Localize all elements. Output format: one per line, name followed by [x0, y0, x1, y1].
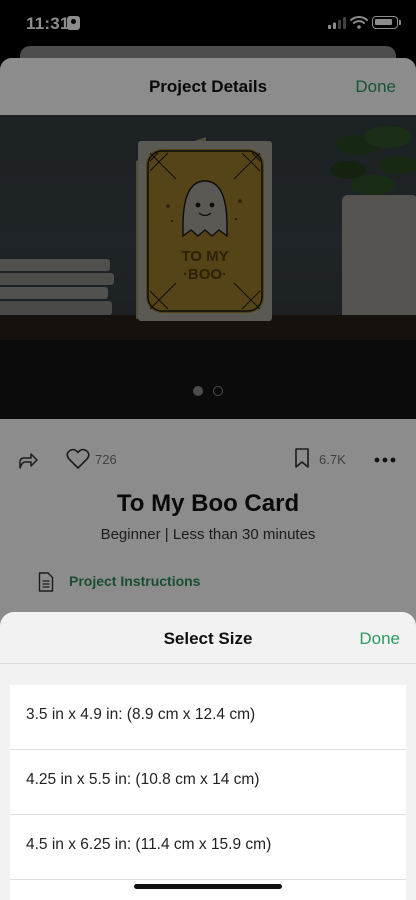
home-indicator[interactable]: [134, 884, 282, 889]
size-option[interactable]: 4.5 in x 6.25 in: (11.4 cm x 15.9 cm): [10, 815, 406, 880]
size-option[interactable]: 4.25 in x 5.5 in: (10.8 cm x 14 cm): [10, 750, 406, 815]
size-option[interactable]: [10, 880, 406, 900]
size-option[interactable]: 3.5 in x 4.9 in: (8.9 cm x 12.4 cm): [10, 685, 406, 750]
size-sheet-title: Select Size: [163, 629, 253, 648]
size-list: 3.5 in x 4.9 in: (8.9 cm x 12.4 cm) 4.25…: [10, 685, 406, 900]
size-sheet-header: Select Size Done: [0, 612, 416, 664]
select-size-sheet: Select Size Done 3.5 in x 4.9 in: (8.9 c…: [0, 612, 416, 900]
size-done-button[interactable]: Done: [359, 629, 400, 649]
